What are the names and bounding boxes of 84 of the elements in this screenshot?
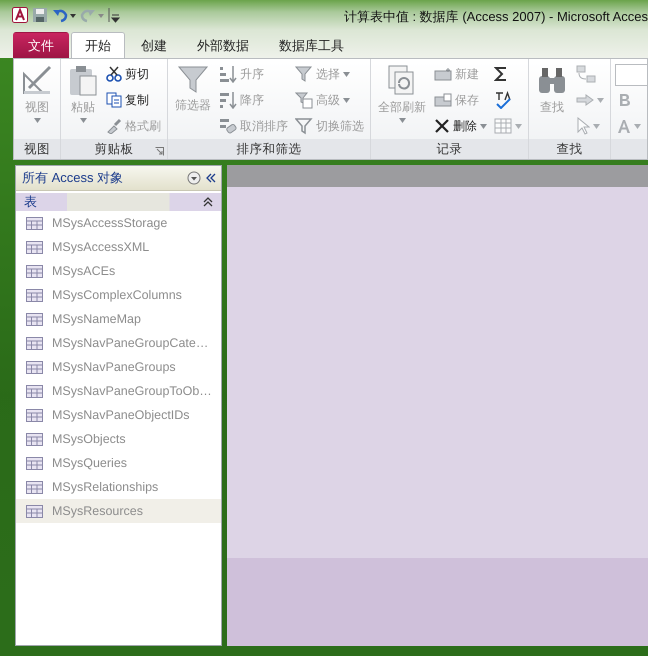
group-label: 记录	[436, 140, 462, 158]
funnel-icon	[178, 64, 208, 94]
grid-icon	[494, 118, 512, 134]
font-name-field[interactable]	[615, 64, 647, 86]
table-item[interactable]: MSysNavPaneGroupCate…	[16, 331, 221, 355]
table-icon	[26, 408, 43, 422]
table-icon	[26, 336, 43, 350]
clear-sort-icon	[219, 117, 237, 135]
table-icon	[26, 312, 43, 326]
scissors-icon	[106, 66, 122, 82]
table-icon	[26, 288, 43, 302]
ribbon-tab[interactable]: 外部数据	[183, 32, 263, 58]
advanced-filter-icon	[295, 91, 313, 109]
spelling-check-icon	[494, 91, 512, 109]
ribbon-button[interactable]: 删除	[432, 114, 489, 138]
dropdown-icon[interactable]	[187, 171, 201, 185]
caret-icon	[480, 124, 487, 128]
replace-icon	[576, 65, 596, 83]
table-item[interactable]: MSysResources	[16, 499, 221, 523]
pane-title: 所有 Access 对象	[22, 169, 124, 188]
group-label: 视图	[24, 140, 50, 158]
ruler-icon	[21, 64, 53, 96]
table-item[interactable]: MSysObjects	[16, 427, 221, 451]
table-item[interactable]: MSysNavPaneObjectIDs	[16, 403, 221, 427]
table-icon	[26, 360, 43, 374]
customize-toolbar-icon[interactable]	[108, 7, 120, 23]
table-item[interactable]: MSysComplexColumns	[16, 283, 221, 307]
bold-icon	[617, 92, 631, 108]
caret-icon	[343, 72, 350, 76]
table-icon	[26, 216, 43, 230]
ribbon-tab[interactable]: 数据库工具	[265, 32, 358, 58]
pointer-icon	[576, 117, 590, 135]
table-item[interactable]: MSysRelationships	[16, 475, 221, 499]
copy-icon	[106, 92, 122, 108]
caret-icon	[80, 118, 86, 123]
save-record-icon	[434, 93, 452, 107]
table-item[interactable]: MSysACEs	[16, 259, 221, 283]
caret-icon	[515, 124, 522, 128]
sort-descending-icon	[219, 91, 237, 109]
caret-icon	[34, 118, 40, 123]
table-icon	[26, 504, 43, 518]
table-item[interactable]: MSysNavPaneGroups	[16, 355, 221, 379]
group-label: 查找	[556, 140, 582, 158]
collapse-pane-icon[interactable]	[205, 172, 217, 184]
group-header[interactable]: 表	[16, 193, 221, 211]
table-item[interactable]: MSysNavPaneGroupToOb…	[16, 379, 221, 403]
ribbon-tab[interactable]: 开始	[71, 32, 125, 58]
caret-icon	[597, 98, 604, 102]
table-icon	[26, 480, 43, 494]
font-color-icon	[617, 118, 631, 134]
brush-icon	[106, 118, 122, 134]
undo-icon[interactable]	[52, 7, 76, 23]
group-label: 排序和筛选	[236, 140, 302, 158]
save-icon[interactable]	[32, 7, 48, 23]
delete-icon	[434, 118, 450, 134]
table-item[interactable]: MSysQueries	[16, 451, 221, 475]
ribbon-tab[interactable]: 创建	[127, 32, 181, 58]
toggle-filter-icon	[295, 117, 313, 135]
collapse-icon	[203, 197, 213, 207]
sum-icon	[494, 66, 508, 82]
caret-icon	[343, 98, 350, 102]
window-title: 计算表中值 : 数据库 (Access 2007) - Microsoft Acces	[344, 8, 648, 26]
table-icon	[26, 384, 43, 398]
table-item[interactable]: MSysAccessStorage	[16, 211, 221, 235]
dialog-launcher-icon[interactable]	[155, 147, 164, 156]
table-icon	[26, 432, 43, 446]
caret-icon	[593, 124, 600, 128]
caret-icon	[398, 118, 406, 123]
group-label: 剪贴板	[94, 140, 134, 158]
table-icon	[26, 264, 43, 278]
file-tab[interactable]: 文件	[13, 32, 69, 58]
table-item[interactable]: MSysAccessXML	[16, 235, 221, 259]
ribbon-button[interactable]: 剪切	[104, 62, 163, 86]
sort-ascending-icon	[219, 65, 237, 83]
ribbon-button[interactable]: 复制	[104, 88, 163, 112]
table-item[interactable]: MSysNameMap	[16, 307, 221, 331]
arrow-right-icon	[576, 93, 594, 107]
clipboard-icon	[68, 64, 98, 96]
new-record-icon	[434, 67, 452, 81]
selection-filter-icon	[295, 65, 313, 83]
table-icon	[26, 456, 43, 470]
table-icon	[26, 240, 43, 254]
app-icon	[12, 7, 28, 23]
caret-icon	[634, 124, 641, 128]
